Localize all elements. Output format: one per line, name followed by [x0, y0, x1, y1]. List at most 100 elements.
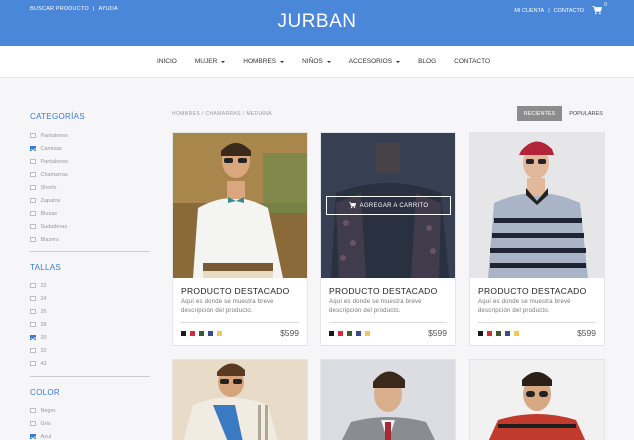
- filter-option-label: Azul: [40, 433, 52, 440]
- filter-option[interactable]: Negro: [30, 404, 55, 417]
- product-price: $599: [428, 328, 447, 338]
- breadcrumb[interactable]: HOMBRES / CHAMARRAS / MEDIANA: [172, 111, 272, 117]
- swatch-red[interactable]: [190, 331, 195, 336]
- nav-item-label: ACCESORIOS: [348, 58, 393, 65]
- checkbox[interactable]: [30, 433, 36, 440]
- product-image[interactable]: AGREGAR A CARRITO: [321, 133, 455, 278]
- filter-option[interactable]: Blusas: [30, 207, 68, 220]
- swatch-yellow[interactable]: [217, 331, 222, 336]
- swatch-black[interactable]: [478, 331, 483, 336]
- color-swatches: [478, 331, 523, 336]
- product-image[interactable]: [321, 360, 455, 440]
- filter-option-label: Gris: [40, 420, 51, 427]
- nav-item-label: INICIO: [157, 58, 177, 65]
- swatch-yellow[interactable]: [514, 331, 519, 336]
- nav-item-inicio[interactable]: INICIO: [157, 58, 177, 65]
- checkbox[interactable]: [30, 145, 36, 152]
- product-card[interactable]: PRODUCTO DESTACADO Aquí es donde se mues…: [172, 132, 308, 346]
- checkbox[interactable]: [30, 171, 36, 178]
- swatch-blue[interactable]: [505, 331, 510, 336]
- swatch-blue[interactable]: [208, 331, 213, 336]
- checkbox[interactable]: [30, 223, 36, 230]
- filter-option[interactable]: Shorts: [30, 181, 68, 194]
- nav-item-accesorios[interactable]: ACCESORIOS: [348, 58, 401, 65]
- swatch-green[interactable]: [496, 331, 501, 336]
- cart-count-badge: 0: [604, 2, 607, 8]
- product-card[interactable]: [320, 359, 456, 440]
- color-filter-list: Negro Gris Azul: [30, 404, 55, 440]
- product-image[interactable]: [173, 133, 307, 278]
- sort-popular-button[interactable]: POPULARES: [564, 106, 608, 121]
- checkbox[interactable]: [30, 347, 36, 354]
- filter-option-label: 24: [40, 295, 47, 302]
- checkbox[interactable]: [30, 184, 36, 191]
- product-description: Aquí es donde se muestra breve descripci…: [478, 299, 571, 314]
- checkbox[interactable]: [30, 420, 36, 427]
- checkbox[interactable]: [30, 308, 36, 315]
- product-price: $599: [577, 328, 596, 338]
- cart-button[interactable]: 0: [592, 2, 607, 15]
- checkbox[interactable]: [30, 282, 36, 289]
- contact-link[interactable]: CONTACTO: [554, 8, 584, 14]
- nav-item-blog[interactable]: BLOG: [418, 58, 436, 65]
- filter-option[interactable]: Gris: [30, 417, 55, 430]
- filter-option[interactable]: Pantalones: [30, 155, 68, 168]
- nav-item-hombres[interactable]: HOMBRES: [243, 58, 285, 65]
- checkbox[interactable]: [30, 236, 36, 243]
- filter-option[interactable]: 32: [30, 344, 47, 357]
- add-to-cart-button[interactable]: AGREGAR A CARRITO: [326, 196, 451, 215]
- filter-option[interactable]: 26: [30, 305, 47, 318]
- checkbox[interactable]: [30, 334, 36, 341]
- filter-option-label: 32: [40, 347, 47, 354]
- product-title[interactable]: PRODUCTO DESTACADO: [478, 286, 587, 296]
- filter-option[interactable]: Sudaderas: [30, 220, 68, 233]
- swatch-blue[interactable]: [356, 331, 361, 336]
- filter-option[interactable]: 24: [30, 292, 47, 305]
- filter-option[interactable]: Chamarras: [30, 168, 68, 181]
- filter-option[interactable]: Pantalones: [30, 129, 68, 142]
- product-title[interactable]: PRODUCTO DESTACADO: [181, 286, 290, 296]
- product-card[interactable]: AGREGAR A CARRITO PRODUCTO DESTACADO Aqu…: [320, 132, 456, 346]
- filter-option[interactable]: Blazers: [30, 233, 68, 246]
- product-image[interactable]: [470, 360, 604, 440]
- swatch-green[interactable]: [199, 331, 204, 336]
- product-card[interactable]: [172, 359, 308, 440]
- product-description: Aquí es donde se muestra breve descripci…: [329, 299, 422, 314]
- product-card[interactable]: [469, 359, 605, 440]
- checkbox[interactable]: [30, 210, 36, 217]
- nav-item-label: BLOG: [418, 58, 437, 65]
- checkbox[interactable]: [30, 132, 36, 139]
- checkbox[interactable]: [30, 360, 36, 367]
- filter-option[interactable]: 43: [30, 357, 47, 370]
- nav-item-niños[interactable]: NIÑOS: [302, 58, 331, 65]
- my-account-link[interactable]: MI CUENTA: [514, 8, 544, 14]
- sort-recent-button[interactable]: RECIENTES: [517, 106, 562, 121]
- checkbox[interactable]: [30, 407, 36, 414]
- filter-option[interactable]: 30: [30, 331, 47, 344]
- divider: [329, 322, 447, 323]
- product-image[interactable]: [173, 360, 307, 440]
- swatch-green[interactable]: [347, 331, 352, 336]
- filter-option[interactable]: Zapatos: [30, 194, 68, 207]
- swatch-black[interactable]: [181, 331, 186, 336]
- product-price: $599: [280, 328, 299, 338]
- checkbox[interactable]: [30, 321, 36, 328]
- swatch-red[interactable]: [338, 331, 343, 336]
- product-card[interactable]: PRODUCTO DESTACADO Aquí es donde se mues…: [469, 132, 605, 346]
- nav-item-contacto[interactable]: CONTACTO: [454, 58, 490, 65]
- swatch-red[interactable]: [487, 331, 492, 336]
- swatch-yellow[interactable]: [365, 331, 370, 336]
- filter-option[interactable]: Camisas: [30, 142, 68, 155]
- swatch-black[interactable]: [329, 331, 334, 336]
- filter-option[interactable]: Azul: [30, 430, 55, 440]
- categories-title: CATEGORÍAS: [30, 112, 85, 121]
- product-title[interactable]: PRODUCTO DESTACADO: [329, 286, 438, 296]
- caret-down-icon: [221, 60, 226, 63]
- product-image[interactable]: [470, 133, 604, 278]
- filter-option[interactable]: 28: [30, 318, 47, 331]
- checkbox[interactable]: [30, 295, 36, 302]
- nav-item-mujer[interactable]: MUJER: [195, 58, 226, 65]
- filter-option[interactable]: 22: [30, 279, 47, 292]
- checkbox[interactable]: [30, 197, 36, 204]
- checkbox[interactable]: [30, 158, 36, 165]
